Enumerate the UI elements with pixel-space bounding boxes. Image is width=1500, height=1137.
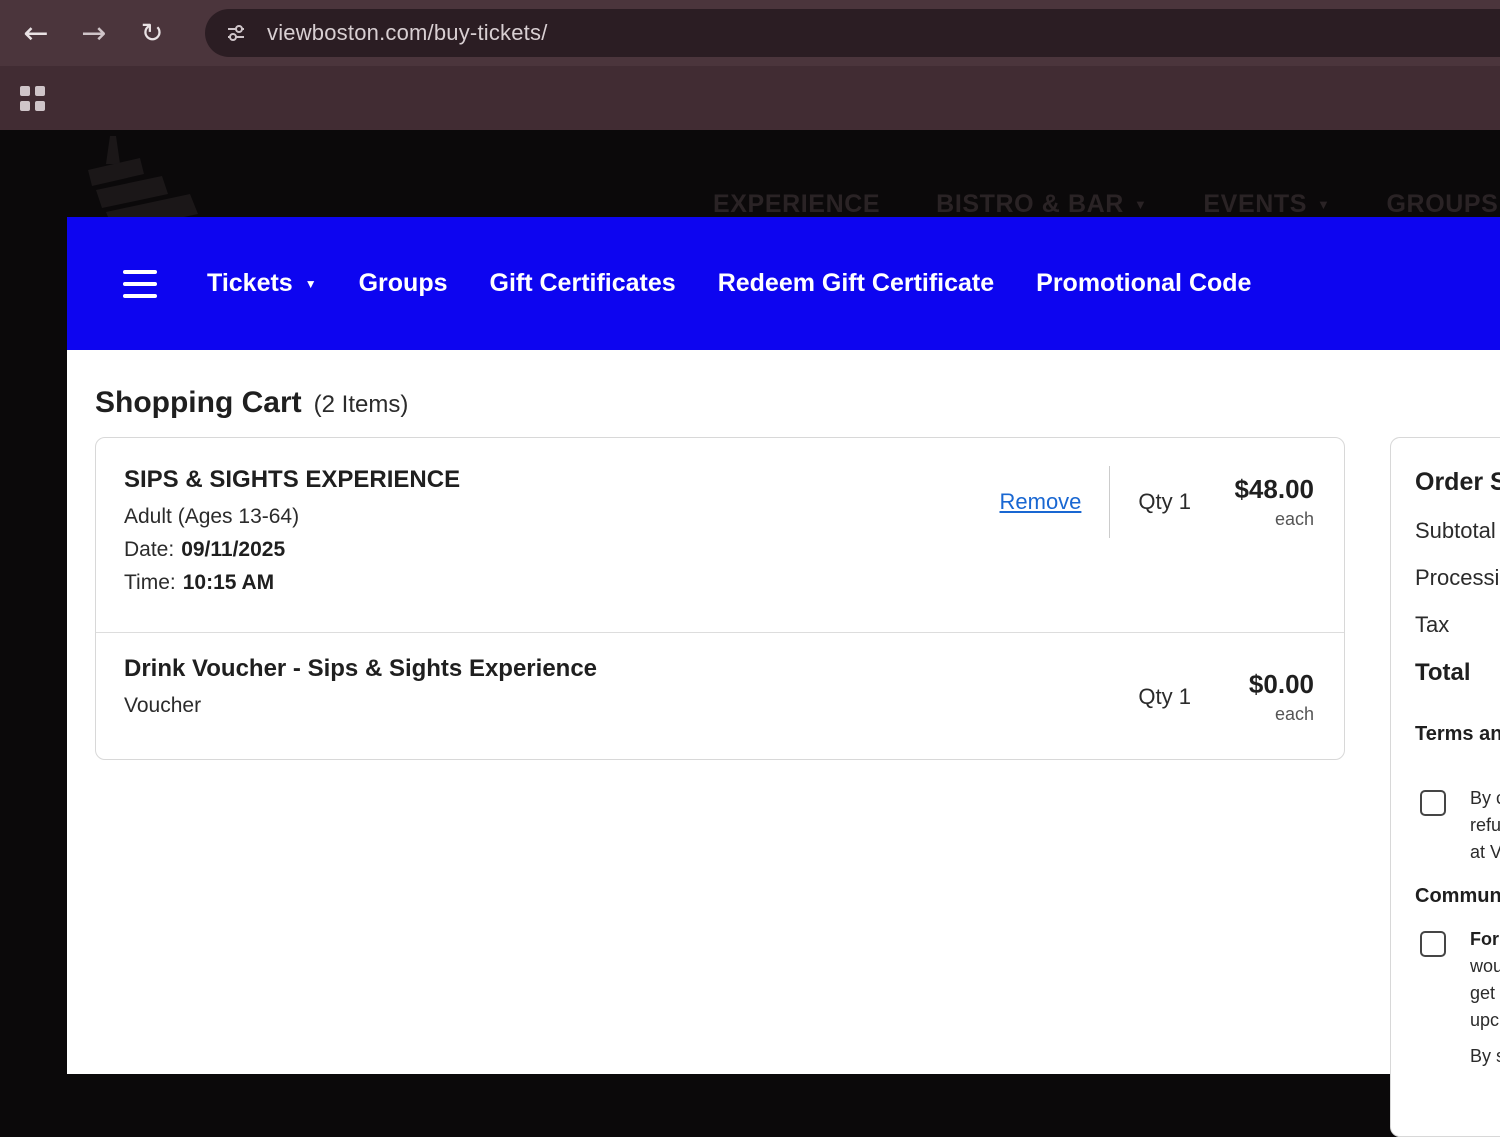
back-button[interactable]: ←	[14, 11, 58, 55]
terms-checkbox[interactable]	[1420, 790, 1446, 816]
page-title: Shopping Cart	[95, 386, 302, 419]
subtotal-label: Subtotal	[1415, 518, 1496, 543]
nav-groups[interactable]: Groups	[359, 269, 448, 298]
quantity-label: Qty 1	[1138, 489, 1191, 514]
communication-heading: Commun	[1415, 885, 1500, 907]
browser-chrome: ← → ↻ viewboston.com/buy-tickets/	[0, 0, 1500, 130]
reload-icon: ↻	[140, 17, 164, 49]
ticket-nav-bar: Tickets ▼ Groups Gift Certificates Redee…	[67, 217, 1500, 350]
order-summary-title: Order S	[1415, 468, 1500, 496]
page-header: Shopping Cart (2 Items)	[95, 386, 408, 420]
item-variant: Adult (Ages 13-64)	[124, 505, 300, 528]
item-info: Drink Voucher - Sips & Sights Experience…	[124, 655, 1138, 759]
item-price: $48.00 each	[1219, 474, 1314, 530]
site-nav-experience[interactable]: EXPERIENCE	[713, 190, 880, 219]
site-settings-icon[interactable]	[219, 16, 253, 50]
vertical-divider	[1109, 466, 1111, 538]
menu-button[interactable]	[123, 269, 159, 298]
price-amount: $48.00	[1234, 474, 1314, 504]
nav-promotional-code[interactable]: Promotional Code	[1036, 269, 1251, 298]
site-nav-bistro-bar[interactable]: BISTRO & BAR ▼	[936, 190, 1147, 219]
menu-icon	[123, 269, 157, 274]
cart-item-row: Drink Voucher - Sips & Sights Experience…	[96, 632, 1344, 759]
item-variant: Voucher	[124, 694, 202, 717]
item-controls: Remove Qty 1 $48.00 each	[1000, 466, 1314, 538]
total-label: Total	[1415, 659, 1471, 686]
cart-card: SIPS & SIGHTS EXPERIENCE Adult (Ages 13-…	[95, 437, 1345, 760]
browser-toolbar: ← → ↻ viewboston.com/buy-tickets/	[0, 0, 1500, 66]
terms-heading: Terms an	[1415, 723, 1500, 745]
nav-redeem-gift-certificate[interactable]: Redeem Gift Certificate	[718, 269, 994, 298]
apps-grid-icon[interactable]	[20, 85, 45, 111]
item-time: Time: 10:15 AM	[124, 571, 275, 594]
site-header-nav: EXPERIENCE BISTRO & BAR ▼ EVENTS ▼ GROUP…	[713, 190, 1498, 219]
forward-button[interactable]: →	[72, 11, 116, 55]
price-unit: each	[1274, 509, 1314, 529]
remove-link[interactable]: Remove	[1000, 489, 1082, 515]
chevron-down-icon: ▼	[304, 276, 317, 291]
communication-checkbox[interactable]	[1420, 931, 1446, 957]
item-date: Date: 09/11/2025	[124, 538, 286, 561]
url-text: viewboston.com/buy-tickets/	[267, 20, 548, 45]
nav-tickets[interactable]: Tickets ▼	[207, 269, 317, 298]
item-controls: Qty 1 $0.00 each	[1138, 661, 1314, 733]
terms-text: By c refu at V	[1470, 788, 1500, 862]
tax-label: Tax	[1415, 612, 1450, 637]
item-info: SIPS & SIGHTS EXPERIENCE Adult (Ages 13-…	[124, 466, 1000, 632]
price-amount: $0.00	[1248, 669, 1314, 699]
reload-button[interactable]: ↻	[130, 11, 174, 55]
cart-item-count: (2 Items)	[313, 391, 409, 418]
summary-footer-text: By s	[1470, 1046, 1500, 1066]
back-icon: ←	[23, 15, 49, 51]
nav-gift-certificates[interactable]: Gift Certificates	[490, 269, 676, 298]
item-name: Drink Voucher - Sips & Sights Experience	[124, 655, 598, 682]
address-bar[interactable]: viewboston.com/buy-tickets/	[205, 9, 1500, 57]
bookmarks-bar	[0, 66, 1500, 130]
item-name: SIPS & SIGHTS EXPERIENCE	[124, 466, 461, 493]
price-unit: each	[1274, 704, 1314, 724]
cart-page: Shopping Cart (2 Items) SIPS & SIGHTS EX…	[67, 350, 1500, 1137]
chevron-down-icon: ▼	[1317, 197, 1331, 212]
order-summary-card: Order S Subtotal Processi Tax Total Term…	[1390, 437, 1500, 1137]
communication-text: For wou get upc	[1470, 929, 1500, 1030]
processing-fee-label: Processi	[1415, 565, 1500, 590]
cart-item-row: SIPS & SIGHTS EXPERIENCE Adult (Ages 13-…	[96, 438, 1344, 632]
quantity-label: Qty 1	[1138, 684, 1191, 709]
site-nav-events[interactable]: EVENTS ▼	[1203, 190, 1330, 219]
site-nav-groups[interactable]: GROUPS	[1387, 190, 1499, 219]
forward-icon: →	[81, 15, 107, 51]
item-price: $0.00 each	[1219, 669, 1314, 725]
chevron-down-icon: ▼	[1133, 197, 1148, 212]
